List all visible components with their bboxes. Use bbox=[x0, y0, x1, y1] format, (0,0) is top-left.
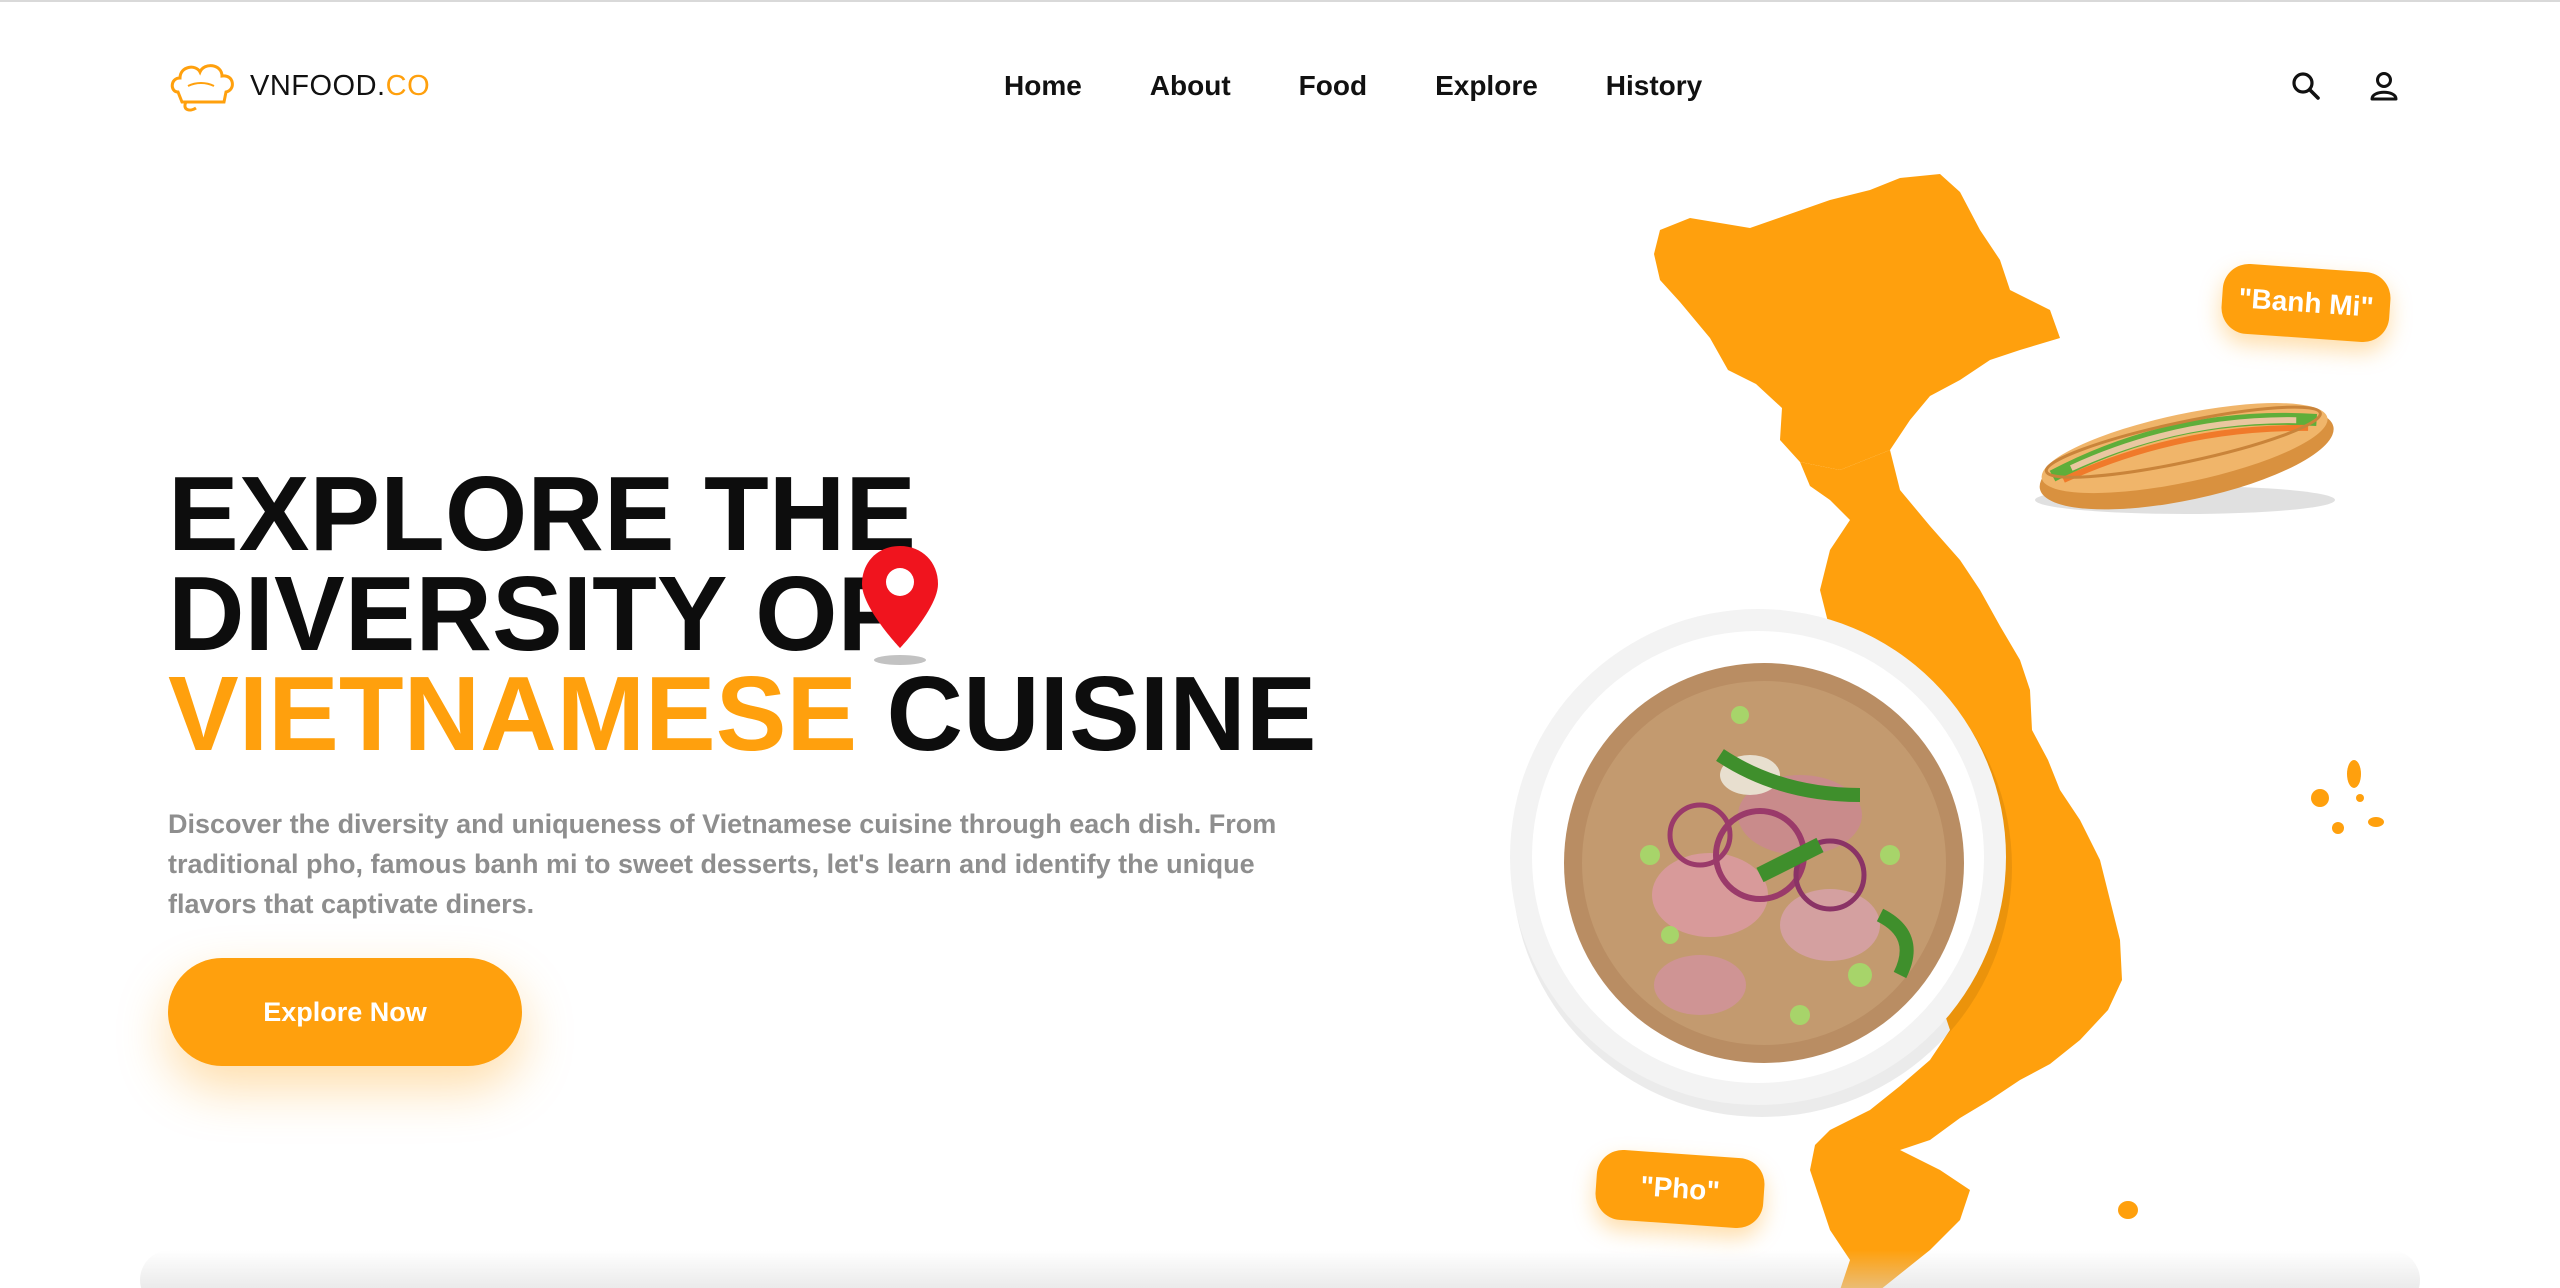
pho-tag[interactable]: "Pho" bbox=[1593, 1148, 1767, 1230]
location-pin-icon bbox=[856, 542, 944, 675]
header-actions bbox=[2290, 70, 2400, 107]
top-border bbox=[0, 0, 2560, 2]
bottom-section-edge bbox=[140, 1250, 2420, 1288]
pho-bowl-image bbox=[1500, 595, 2020, 1130]
brand-name: VNFOOD.CO bbox=[250, 69, 431, 102]
nav-history[interactable]: History bbox=[1606, 70, 1702, 102]
hero-description: Discover the diversity and uniqueness of… bbox=[168, 809, 1277, 919]
banh-mi-tag[interactable]: "Banh Mi" bbox=[2219, 262, 2393, 344]
chef-hat-icon bbox=[168, 58, 240, 114]
explore-now-button[interactable]: Explore Now bbox=[168, 958, 522, 1066]
hero-title-line2: DIVERSITY OF bbox=[168, 555, 903, 673]
search-icon[interactable] bbox=[2290, 70, 2322, 107]
hero-title: EXPLORE THE DIVERSITY OF VIETNAMESE CUIS… bbox=[168, 455, 1368, 767]
main-nav: Home About Food Explore History bbox=[1004, 70, 1702, 102]
hero-title-line1: EXPLORE THE bbox=[168, 455, 917, 573]
nav-about[interactable]: About bbox=[1150, 70, 1231, 102]
brand-logo[interactable]: VNFOOD.CO bbox=[168, 58, 430, 114]
hero-title-line3: VIETNAMESE CUISINE bbox=[168, 661, 1368, 767]
landing-page: VNFOOD.CO Home About Food Explore Histor… bbox=[0, 0, 2560, 1288]
nav-home[interactable]: Home bbox=[1004, 70, 1082, 102]
hero-title-accent: VIETNAMESE bbox=[168, 655, 858, 773]
nav-food[interactable]: Food bbox=[1299, 70, 1367, 102]
user-icon[interactable] bbox=[2368, 70, 2400, 107]
nav-explore[interactable]: Explore bbox=[1435, 70, 1538, 102]
banh-mi-image bbox=[2020, 370, 2350, 535]
